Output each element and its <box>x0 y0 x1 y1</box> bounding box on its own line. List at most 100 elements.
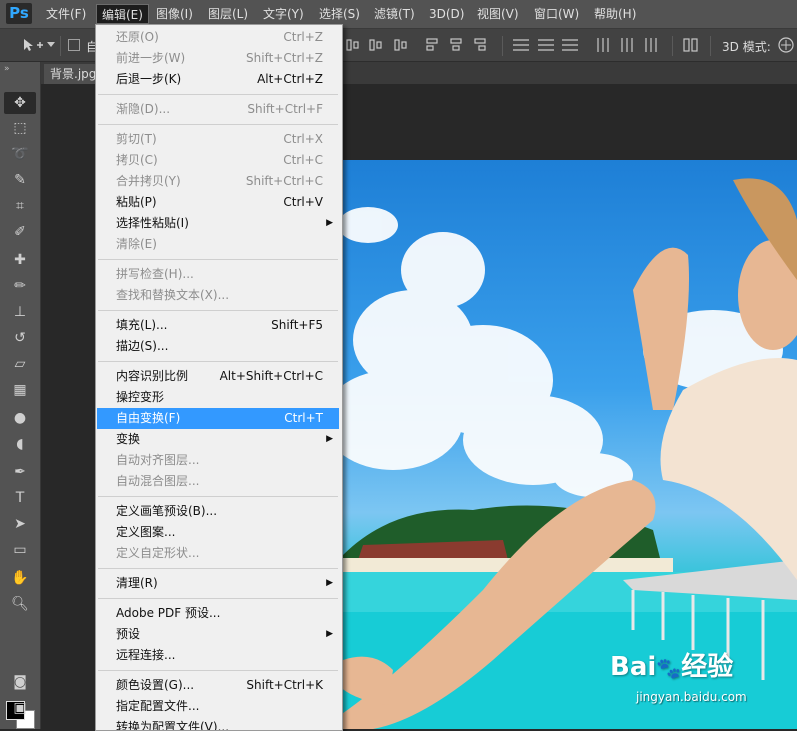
menu-item-label: 剪切(T) <box>116 132 157 146</box>
menu-filter[interactable]: 滤镜(T) <box>369 4 420 24</box>
edit-menu-item[interactable]: 清理(R) ▶ <box>97 573 339 594</box>
quick-mask-icon[interactable]: ◙ <box>4 671 36 693</box>
edit-menu-item[interactable]: 粘贴(P) Ctrl+V <box>97 192 339 213</box>
menu-item-label: Adobe PDF 预设... <box>116 606 221 620</box>
edit-menu-item[interactable]: 预设 ▶ <box>97 624 339 645</box>
move-tool-icon[interactable] <box>22 38 44 52</box>
edit-menu-item: 剪切(T) Ctrl+X <box>97 129 339 150</box>
menu-item-label: 清理(R) <box>116 576 158 590</box>
auto-select-checkbox[interactable]: 自 <box>68 38 98 54</box>
edit-menu-item[interactable]: Adobe PDF 预设... <box>97 603 339 624</box>
blur-tool-icon[interactable]: ● <box>4 407 36 429</box>
edit-menu-item: 渐隐(D)... Shift+Ctrl+F <box>97 99 339 120</box>
eyedropper-tool-icon[interactable]: ✐ <box>4 221 36 243</box>
edit-menu-item[interactable]: 填充(L)... Shift+F5 <box>97 315 339 336</box>
dodge-tool-icon[interactable]: ◖ <box>4 433 36 455</box>
menu-item-shortcut: Alt+Ctrl+Z <box>257 72 323 86</box>
menu-separator <box>98 568 338 569</box>
menu-help[interactable]: 帮助(H) <box>589 4 641 24</box>
edit-menu-item[interactable]: 指定配置文件... <box>97 696 339 717</box>
menu-item-label: 清除(E) <box>116 237 157 251</box>
menu-item-label: 拼写检查(H)... <box>116 267 194 281</box>
menu-item-shortcut: Shift+F5 <box>271 318 323 332</box>
marquee-tool-icon[interactable]: ⬚ <box>4 117 36 139</box>
menu-image[interactable]: 图像(I) <box>151 4 198 24</box>
menu-3d[interactable]: 3D(D) <box>424 4 469 24</box>
menu-item-shortcut: Shift+Ctrl+F <box>247 102 323 116</box>
menu-item-label: 填充(L)... <box>116 318 168 332</box>
watermark-url: jingyan.baidu.com <box>636 690 747 704</box>
menu-item-shortcut: Ctrl+C <box>283 153 323 167</box>
edit-menu-item[interactable]: 描边(S)... <box>97 336 339 357</box>
menu-view[interactable]: 视图(V) <box>472 4 524 24</box>
edit-menu-item[interactable]: 远程连接... <box>97 645 339 666</box>
quick-select-tool-icon[interactable]: ✎ <box>4 169 36 191</box>
menu-item-label: 渐隐(D)... <box>116 102 171 116</box>
zoom-tool-icon[interactable]: 🔍︎ <box>4 593 36 615</box>
menu-separator <box>98 310 338 311</box>
menu-item-label: 变换 <box>116 432 141 446</box>
menu-separator <box>98 361 338 362</box>
submenu-arrow-icon: ▶ <box>326 578 333 588</box>
distribute-icons[interactable] <box>512 37 672 53</box>
edit-menu-item[interactable]: 定义画笔预设(B)... <box>97 501 339 522</box>
edit-menu-item[interactable]: 定义图案... <box>97 522 339 543</box>
3d-rotate-icon[interactable] <box>776 35 796 55</box>
healing-brush-tool-icon[interactable]: ✚ <box>4 249 36 271</box>
watermark-brand2: 经验 <box>681 652 734 682</box>
menu-item-label: 粘贴(P) <box>116 195 157 209</box>
menu-item-shortcut: Alt+Shift+Ctrl+C <box>219 369 323 383</box>
move-tool-icon[interactable]: ✥ <box>4 92 36 114</box>
eraser-tool-icon[interactable]: ▱ <box>4 353 36 375</box>
menu-item-shortcut: Shift+Ctrl+Z <box>246 51 323 65</box>
menu-separator <box>98 496 338 497</box>
menu-item-label: 定义图案... <box>116 525 176 539</box>
collapse-icon[interactable]: » <box>4 64 10 74</box>
crop-tool-icon[interactable]: ⌗ <box>4 195 36 217</box>
pen-tool-icon[interactable]: ✒ <box>4 461 36 483</box>
edit-menu-item[interactable]: 颜色设置(G)... Shift+Ctrl+K <box>97 675 339 696</box>
align-icons[interactable] <box>345 37 515 53</box>
edit-menu-item[interactable]: 自由变换(F) Ctrl+T <box>97 408 339 429</box>
menu-item-label: 前进一步(W) <box>116 51 186 65</box>
history-brush-tool-icon[interactable]: ↺ <box>4 327 36 349</box>
menu-type[interactable]: 文字(Y) <box>258 4 309 24</box>
submenu-arrow-icon: ▶ <box>326 434 333 444</box>
edit-menu-item: 前进一步(W) Shift+Ctrl+Z <box>97 48 339 69</box>
edit-menu-item[interactable]: 选择性粘贴(I) ▶ <box>97 213 339 234</box>
clone-stamp-tool-icon[interactable]: ⊥ <box>4 301 36 323</box>
menu-item-label: 自动混合图层... <box>116 474 200 488</box>
document-tab[interactable]: 背景.jpg <box>44 64 103 84</box>
menu-item-label: 描边(S)... <box>116 339 169 353</box>
edit-menu-item: 拼写检查(H)... <box>97 264 339 285</box>
menu-layer[interactable]: 图层(L) <box>203 4 253 24</box>
menu-item-label: 自由变换(F) <box>116 411 181 425</box>
gradient-tool-icon[interactable]: ▦ <box>4 379 36 401</box>
menu-window[interactable]: 窗口(W) <box>529 4 584 24</box>
path-select-tool-icon[interactable]: ➤ <box>4 513 36 535</box>
screen-mode-icon[interactable]: ▣ <box>4 697 36 719</box>
edit-menu-item[interactable]: 内容识别比例 Alt+Shift+Ctrl+C <box>97 366 339 387</box>
edit-menu-item[interactable]: 操控变形 <box>97 387 339 408</box>
auto-align-icon[interactable] <box>682 37 700 53</box>
lasso-tool-icon[interactable]: ➰ <box>4 143 36 165</box>
3d-mode-label: 3D 模式: <box>722 40 771 54</box>
menu-separator <box>98 94 338 95</box>
type-tool-icon[interactable]: T <box>4 487 36 509</box>
menu-item-label: 预设 <box>116 627 141 641</box>
edit-menu-item: 查找和替换文本(X)... <box>97 285 339 306</box>
brush-tool-icon[interactable]: ✏ <box>4 275 36 297</box>
rectangle-tool-icon[interactable]: ▭ <box>4 539 36 561</box>
menu-edit[interactable]: 编辑(E) <box>96 4 149 24</box>
edit-menu-item[interactable]: 变换 ▶ <box>97 429 339 450</box>
hand-tool-icon[interactable]: ✋ <box>4 567 36 589</box>
menu-item-label: 远程连接... <box>116 648 176 662</box>
menu-item-label: 内容识别比例 <box>116 369 189 383</box>
menu-item-shortcut: Shift+Ctrl+K <box>246 678 323 692</box>
edit-menu-item[interactable]: 后退一步(K) Alt+Ctrl+Z <box>97 69 339 90</box>
document-image[interactable] <box>333 160 797 729</box>
chevron-down-icon[interactable] <box>47 42 55 48</box>
menu-file[interactable]: 文件(F) <box>41 4 91 24</box>
beach-photo <box>333 178 797 729</box>
menu-select[interactable]: 选择(S) <box>314 4 365 24</box>
